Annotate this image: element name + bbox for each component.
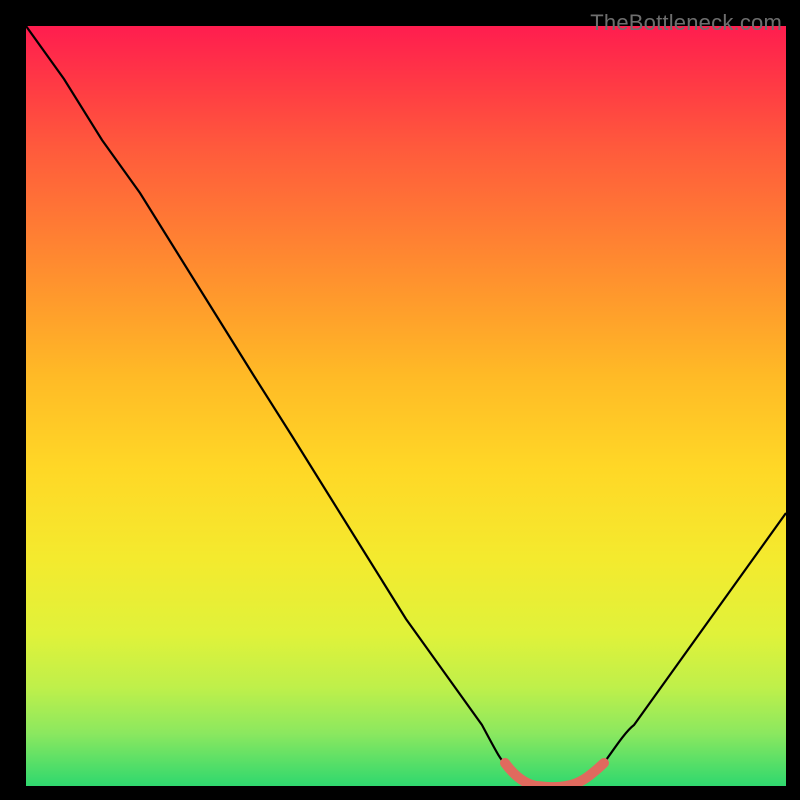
watermark-text: TheBottleneck.com [590,10,782,36]
chart-highlight-segment [505,763,604,786]
chart-plot-area [26,26,786,786]
chart-main-curve [26,26,786,786]
outer-frame: TheBottleneck.com [6,6,794,794]
chart-svg [26,26,786,786]
